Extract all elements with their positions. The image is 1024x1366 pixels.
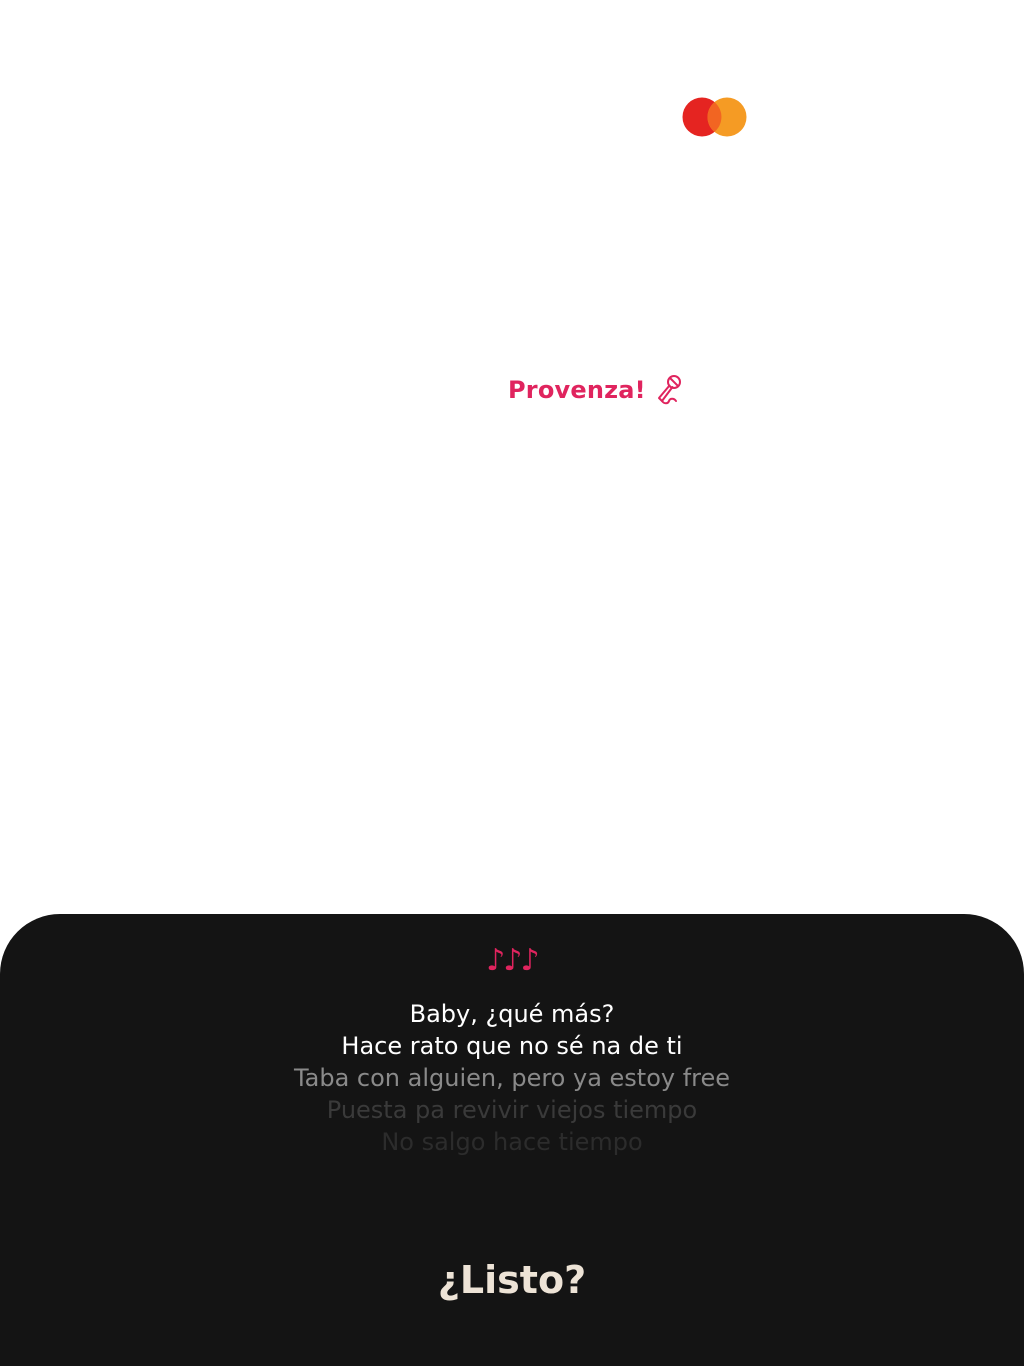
lyric-line: Puesta pa revivir viejos tiempo [326, 1096, 698, 1124]
lyric-line: Hace rato que no sé na de ti [341, 1032, 683, 1060]
lyrics-panel: ♪♪♪ Baby, ¿qué más? Hace rato que no sé … [0, 914, 1024, 1366]
lyric-line: Taba con alguien, pero ya estoy free [293, 1064, 731, 1092]
lyric-line-current: Baby, ¿qué más? [409, 1000, 615, 1028]
ready-prompt: ¿Listo? [437, 1258, 587, 1302]
page: Provenza! ♪♪♪ Baby, ¿qué más? Hace rato … [0, 0, 1024, 1366]
mastercard-logo-icon [682, 97, 747, 137]
lyric-line: No salgo hace tiempo [381, 1128, 643, 1156]
microphone-icon [657, 375, 681, 405]
lyrics-list: Baby, ¿qué más? Hace rato que no sé na d… [0, 998, 1024, 1158]
song-title: Provenza! [508, 376, 646, 404]
song-title-row: Provenza! [508, 370, 684, 410]
music-notes-icon: ♪♪♪ [486, 943, 539, 978]
